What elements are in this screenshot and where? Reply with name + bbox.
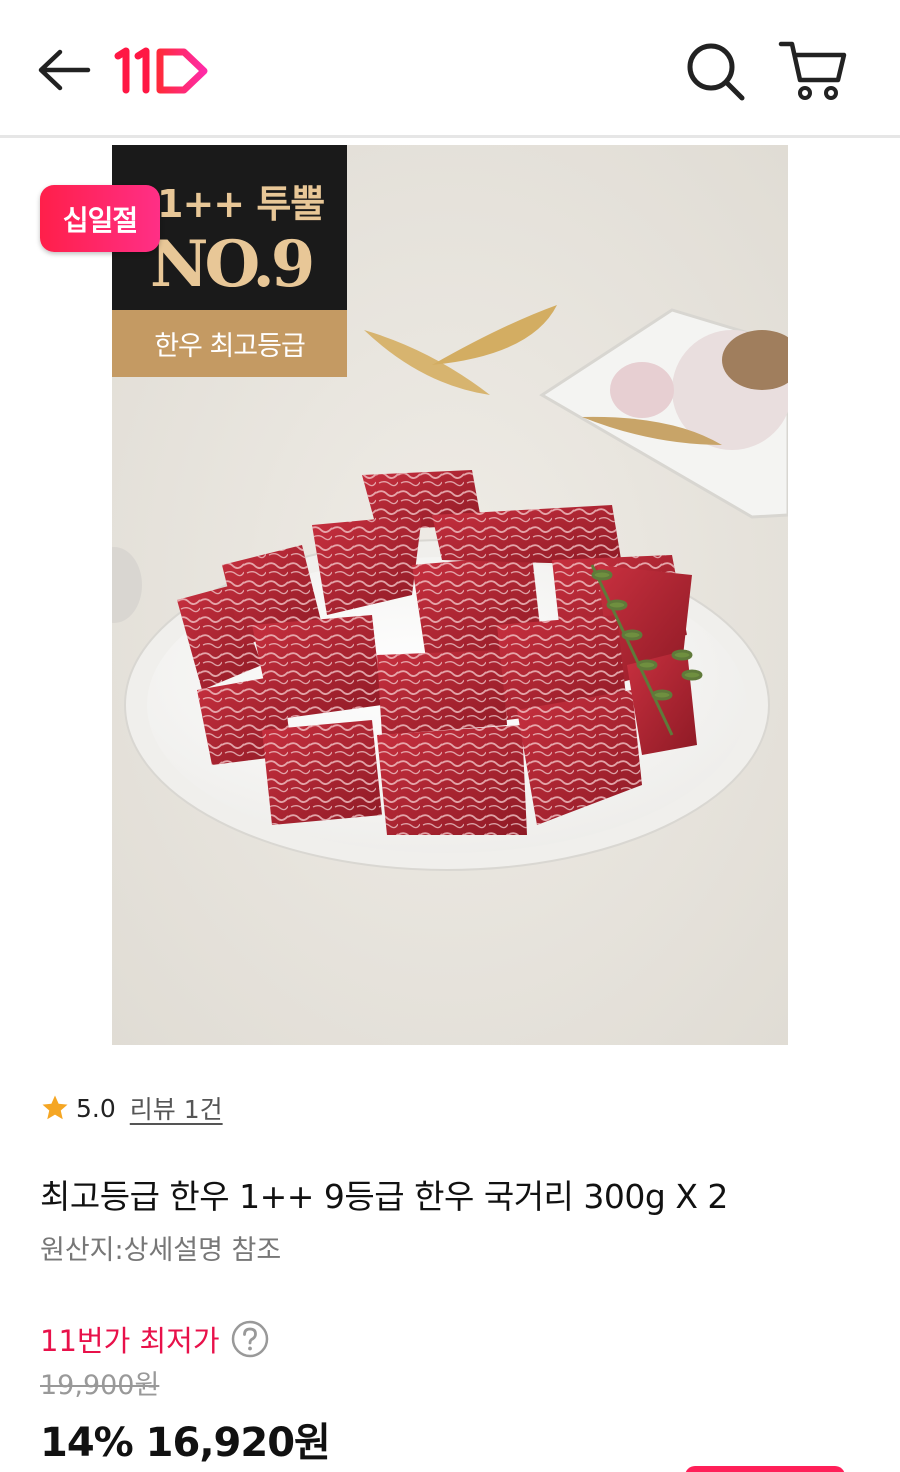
sale-price-row: 14% 16,920원 [40, 1410, 331, 1468]
back-button[interactable] [30, 44, 96, 96]
arrow-left-icon [38, 49, 91, 91]
cart-icon [778, 41, 847, 100]
star-icon [42, 1095, 68, 1120]
cart-button[interactable] [775, 36, 851, 106]
sale-price: 16,920 [145, 1420, 295, 1466]
question-circle-icon[interactable] [230, 1319, 270, 1359]
brand-logo[interactable] [112, 46, 212, 96]
rating-row: 5.0 리뷰 1건 [40, 1090, 223, 1126]
bottom-action-edge[interactable] [685, 1466, 845, 1472]
lowest-price-text: 11번가 최저가 [40, 1324, 220, 1358]
logo-11st-icon [114, 47, 208, 94]
rating-score: 5.0 [76, 1093, 116, 1123]
grade-line-2: NO.9 [150, 227, 315, 302]
top-app-bar [0, 0, 900, 138]
grade-line-1: 1++ 투뿔 [157, 182, 325, 226]
sale-event-badge: 십일절 [40, 185, 160, 252]
grade-label-overlay: 1++ 투뿔 NO.9 한우 최고등급 [112, 145, 347, 377]
product-title: 최고등급 한우 1++ 9등급 한우 국거리 300g X 2 [40, 1177, 728, 1216]
search-icon [687, 43, 745, 101]
review-count-link[interactable]: 리뷰 1건 [130, 1090, 223, 1126]
grade-caption: 한우 최고등급 [112, 310, 347, 377]
origin-info: 원산지:상세설명 참조 [40, 1235, 282, 1266]
sale-price-unit: 원 [294, 1420, 331, 1466]
original-price: 19,900원 [40, 1370, 160, 1401]
search-button[interactable] [680, 36, 750, 106]
lowest-price-label: 11번가 최저가 [40, 1318, 270, 1360]
discount-rate: 14% [40, 1420, 146, 1466]
